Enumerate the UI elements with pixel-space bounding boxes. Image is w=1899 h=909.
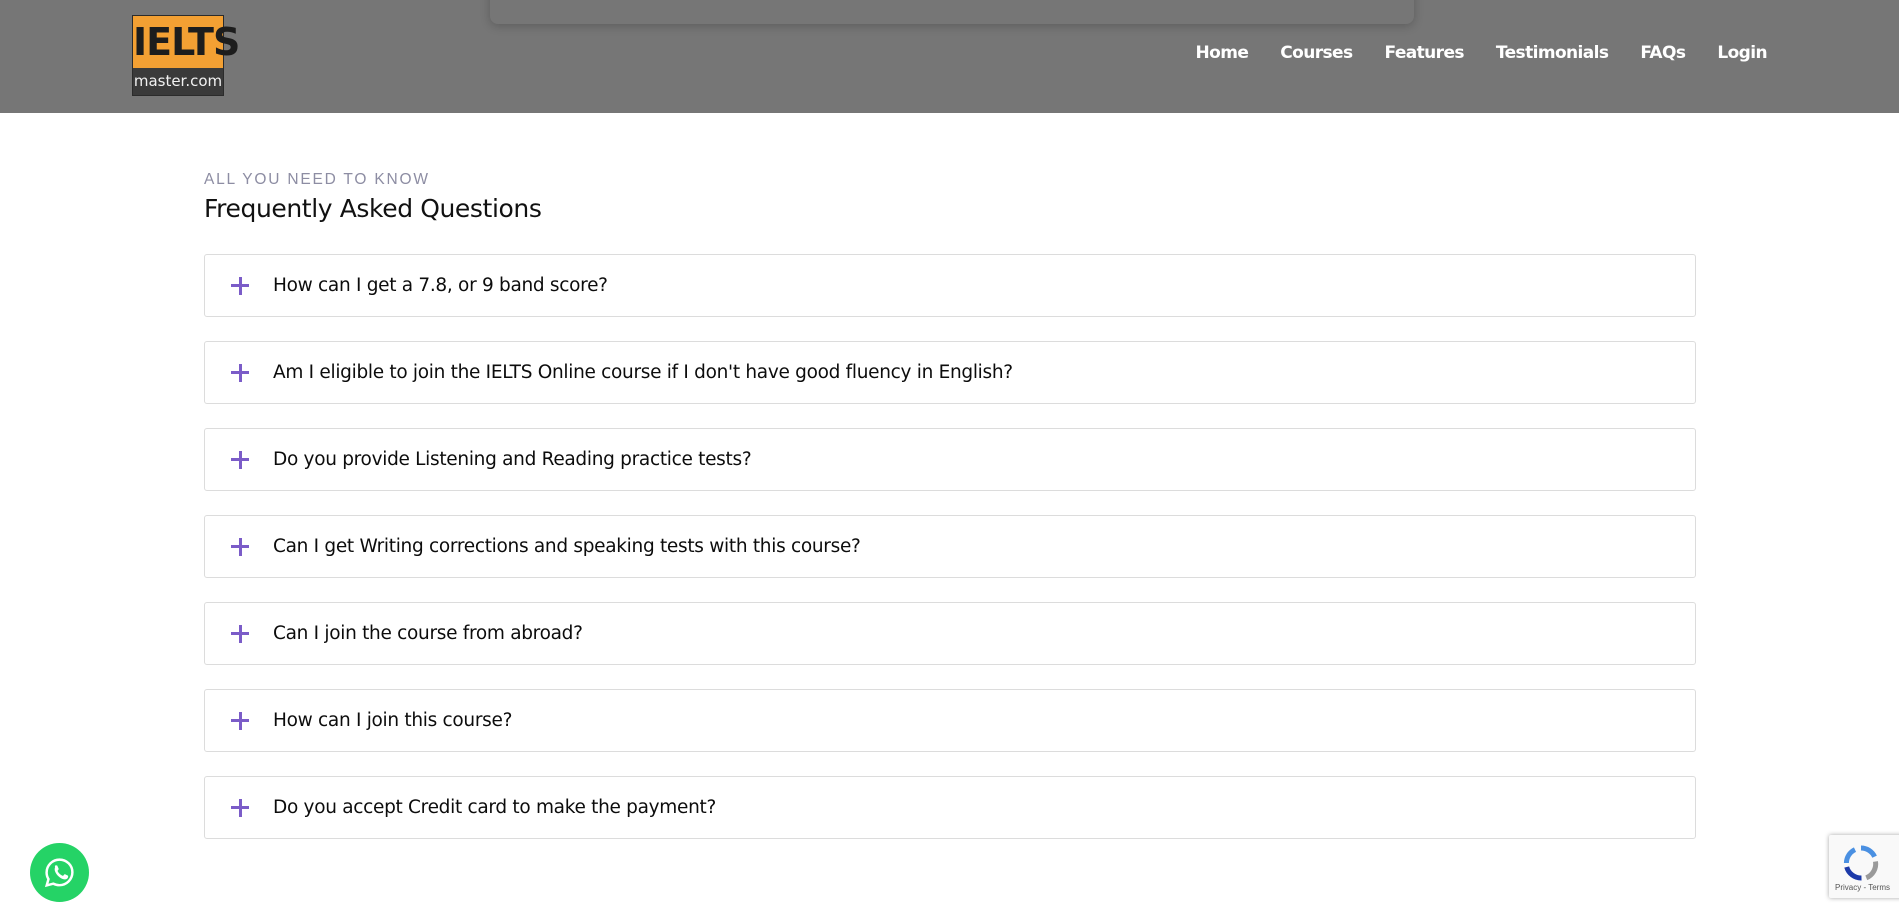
- recaptcha-links: Privacy - Terms: [1835, 883, 1890, 892]
- faq-item[interactable]: How can I get a 7.8, or 9 band score?: [204, 254, 1696, 317]
- recaptcha-icon: [1843, 845, 1879, 881]
- faq-accordion: How can I get a 7.8, or 9 band score? Am…: [204, 254, 1696, 863]
- plus-icon: [231, 450, 249, 469]
- faq-question: Do you provide Listening and Reading pra…: [273, 449, 752, 470]
- faq-question: How can I join this course?: [273, 710, 513, 731]
- nav-item-features[interactable]: Features: [1385, 43, 1465, 63]
- plus-icon: [231, 276, 249, 295]
- plus-icon: [231, 363, 249, 382]
- faq-question: Can I join the course from abroad?: [273, 623, 583, 644]
- faq-item[interactable]: Do you accept Credit card to make the pa…: [204, 776, 1696, 839]
- site-header: IELTS master.com Home Courses Features T…: [0, 0, 1899, 113]
- faq-question: How can I get a 7.8, or 9 band score?: [273, 275, 608, 296]
- plus-icon: [231, 537, 249, 556]
- nav-item-login[interactable]: Login: [1717, 43, 1767, 63]
- faq-title: Frequently Asked Questions: [204, 194, 542, 223]
- faq-item[interactable]: Can I get Writing corrections and speaki…: [204, 515, 1696, 578]
- faq-item[interactable]: Can I join the course from abroad?: [204, 602, 1696, 665]
- plus-icon: [231, 711, 249, 730]
- recaptcha-badge[interactable]: Privacy - Terms: [1829, 835, 1899, 898]
- recaptcha-terms-link[interactable]: Terms: [1868, 883, 1890, 892]
- faq-heading: ALL YOU NEED TO KNOW Frequently Asked Qu…: [204, 170, 1696, 227]
- faq-item[interactable]: Do you provide Listening and Reading pra…: [204, 428, 1696, 491]
- faq-question: Can I get Writing corrections and speaki…: [273, 536, 861, 557]
- nav-item-home[interactable]: Home: [1196, 43, 1249, 63]
- header-overlay-card: [490, 0, 1414, 24]
- nav-item-faqs[interactable]: FAQs: [1640, 43, 1686, 63]
- logo-text-domain: master.com: [133, 68, 223, 95]
- nav-item-courses[interactable]: Courses: [1280, 43, 1353, 63]
- plus-icon: [231, 798, 249, 817]
- recaptcha-privacy-link[interactable]: Privacy: [1835, 883, 1861, 892]
- site-logo[interactable]: IELTS master.com: [132, 15, 240, 96]
- logo-text-ielts: IELTS: [133, 16, 240, 68]
- whatsapp-icon: [44, 858, 74, 888]
- faq-eyebrow: ALL YOU NEED TO KNOW: [204, 171, 430, 188]
- nav-item-testimonials[interactable]: Testimonials: [1496, 43, 1609, 63]
- faq-item[interactable]: Am I eligible to join the IELTS Online c…: [204, 341, 1696, 404]
- plus-icon: [231, 624, 249, 643]
- whatsapp-chat-button[interactable]: [30, 843, 89, 902]
- faq-question: Am I eligible to join the IELTS Online c…: [273, 362, 1013, 383]
- main-nav: Home Courses Features Testimonials FAQs …: [1164, 43, 1768, 63]
- faq-question: Do you accept Credit card to make the pa…: [273, 797, 716, 818]
- faq-item[interactable]: How can I join this course?: [204, 689, 1696, 752]
